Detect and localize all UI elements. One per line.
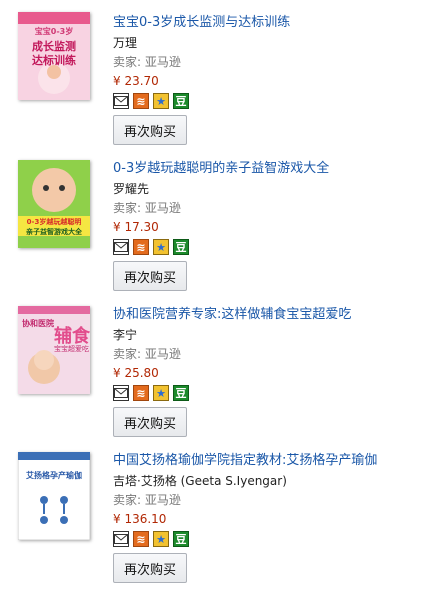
buy-again-button[interactable]: 再次购买 [113, 407, 187, 437]
cover-line: 0-3岁越玩越聪明 [26, 218, 82, 226]
buy-again-button[interactable]: 再次购买 [113, 553, 187, 583]
price: ¥ 23.70 [113, 74, 159, 88]
author: 万理 [113, 36, 138, 50]
share-icons: ≋ ★ 豆 [113, 93, 423, 111]
seller: 卖家: 亚马逊 [113, 347, 181, 361]
item-info: 中国艾扬格瑜伽学院指定教材:艾扬格孕产瑜伽 吉塔·艾扬格 (Geeta S.Iy… [113, 446, 423, 583]
douban-icon[interactable]: 豆 [173, 93, 189, 109]
cover-line: 宝宝超爱吃 [54, 345, 89, 353]
product-title-link[interactable]: 0-3岁越玩越聪明的亲子益智游戏大全 [113, 160, 423, 178]
buy-again-button[interactable]: 再次购买 [113, 261, 187, 291]
mail-icon[interactable] [113, 239, 129, 255]
product-title-link[interactable]: 中国艾扬格瑜伽学院指定教材:艾扬格孕产瑜伽 [113, 452, 423, 470]
order-item: 宝宝0-3岁 成长监测 达标训练 宝宝0-3岁成长监测与达标训练 万理 卖家: … [0, 8, 428, 148]
star-icon[interactable]: ★ [153, 93, 169, 109]
author: 罗耀先 [113, 182, 150, 196]
price: ¥ 25.80 [113, 366, 159, 380]
mail-icon[interactable] [113, 385, 129, 401]
cover-line: 亲子益智游戏大全 [26, 228, 82, 236]
rss-icon[interactable]: ≋ [133, 93, 149, 109]
rss-icon[interactable]: ≋ [133, 385, 149, 401]
buy-again-button[interactable]: 再次购买 [113, 115, 187, 145]
douban-icon[interactable]: 豆 [173, 239, 189, 255]
book-cover[interactable]: 0-3岁越玩越聪明 亲子益智游戏大全 [18, 160, 90, 248]
seller: 卖家: 亚马逊 [113, 493, 181, 507]
rss-icon[interactable]: ≋ [133, 239, 149, 255]
product-title-link[interactable]: 宝宝0-3岁成长监测与达标训练 [113, 14, 423, 32]
share-icons: ≋ ★ 豆 [113, 531, 423, 549]
seller: 卖家: 亚马逊 [113, 201, 181, 215]
douban-icon[interactable]: 豆 [173, 531, 189, 547]
star-icon[interactable]: ★ [153, 239, 169, 255]
cover-line: 达标训练 [32, 54, 76, 67]
cover-line: 协和医院 [22, 319, 54, 328]
seller: 卖家: 亚马逊 [113, 55, 181, 69]
cover-line: 艾扬格孕产瑜伽 [26, 471, 82, 480]
rss-icon[interactable]: ≋ [133, 531, 149, 547]
item-info: 协和医院营养专家:这样做辅食宝宝超爱吃 李宁 卖家: 亚马逊 ¥ 25.80 ≋… [113, 300, 423, 437]
book-cover-art [18, 452, 90, 540]
item-info: 0-3岁越玩越聪明的亲子益智游戏大全 罗耀先 卖家: 亚马逊 ¥ 17.30 ≋… [113, 154, 423, 291]
cover-line: 宝宝0-3岁 [34, 27, 74, 36]
book-cover[interactable]: 宝宝0-3岁 成长监测 达标训练 [18, 12, 90, 100]
author: 吉塔·艾扬格 (Geeta S.Iyengar) [113, 474, 287, 488]
item-info: 宝宝0-3岁成长监测与达标训练 万理 卖家: 亚马逊 ¥ 23.70 ≋ ★ 豆… [113, 8, 423, 145]
order-item: 艾扬格孕产瑜伽 中国艾扬格瑜伽学院指定教材:艾扬格孕产瑜伽 吉塔·艾扬格 (Ge… [0, 446, 428, 596]
book-cover[interactable]: 艾扬格孕产瑜伽 [18, 452, 90, 540]
star-icon[interactable]: ★ [153, 531, 169, 547]
order-item: 0-3岁越玩越聪明 亲子益智游戏大全 0-3岁越玩越聪明的亲子益智游戏大全 罗耀… [0, 154, 428, 294]
mail-icon[interactable] [113, 531, 129, 547]
price: ¥ 136.10 [113, 512, 167, 526]
book-cover[interactable]: 协和医院 辅食 宝宝超爱吃 [18, 306, 90, 394]
product-title-link[interactable]: 协和医院营养专家:这样做辅食宝宝超爱吃 [113, 306, 423, 324]
star-icon[interactable]: ★ [153, 385, 169, 401]
order-item: 协和医院 辅食 宝宝超爱吃 协和医院营养专家:这样做辅食宝宝超爱吃 李宁 卖家:… [0, 300, 428, 440]
price: ¥ 17.30 [113, 220, 159, 234]
share-icons: ≋ ★ 豆 [113, 239, 423, 257]
mail-icon[interactable] [113, 93, 129, 109]
share-icons: ≋ ★ 豆 [113, 385, 423, 403]
author: 李宁 [113, 328, 138, 342]
douban-icon[interactable]: 豆 [173, 385, 189, 401]
